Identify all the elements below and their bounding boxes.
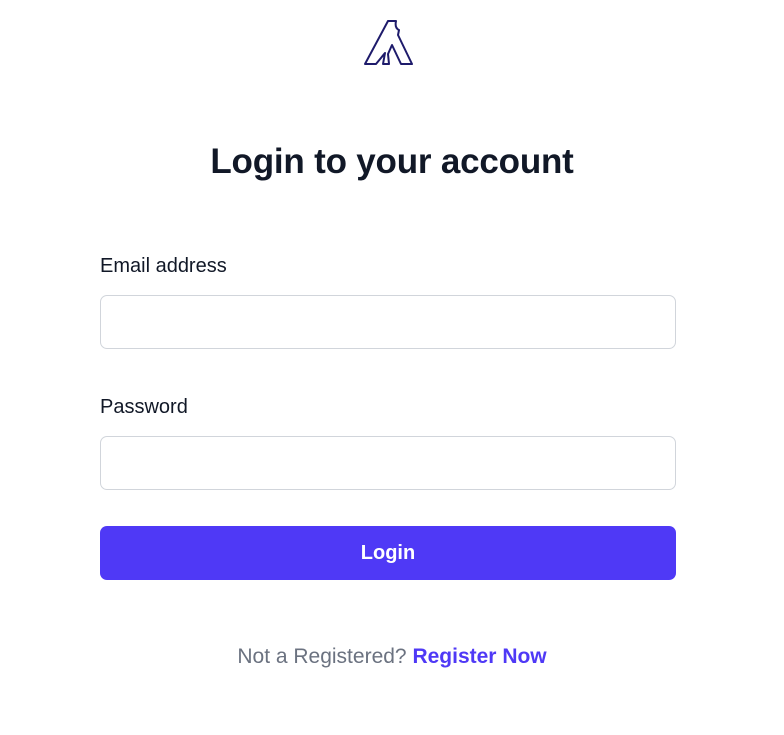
letter-a-logo-icon: [364, 20, 413, 65]
password-field[interactable]: [100, 436, 676, 490]
login-form: Email address Password Login: [100, 250, 676, 580]
email-field-group: Email address: [100, 250, 676, 349]
register-now-link[interactable]: Register Now: [412, 645, 546, 668]
register-prompt-text: Not a Registered?: [237, 645, 407, 668]
email-label: Email address: [100, 255, 227, 277]
page-title: Login to your account: [210, 142, 574, 181]
brand-logo: [361, 18, 415, 68]
password-label: Password: [100, 396, 188, 418]
register-prompt: Not a Registered? Register Now: [0, 641, 784, 673]
login-button[interactable]: Login: [100, 526, 676, 580]
email-field[interactable]: [100, 295, 676, 349]
password-field-group: Password: [100, 391, 676, 490]
